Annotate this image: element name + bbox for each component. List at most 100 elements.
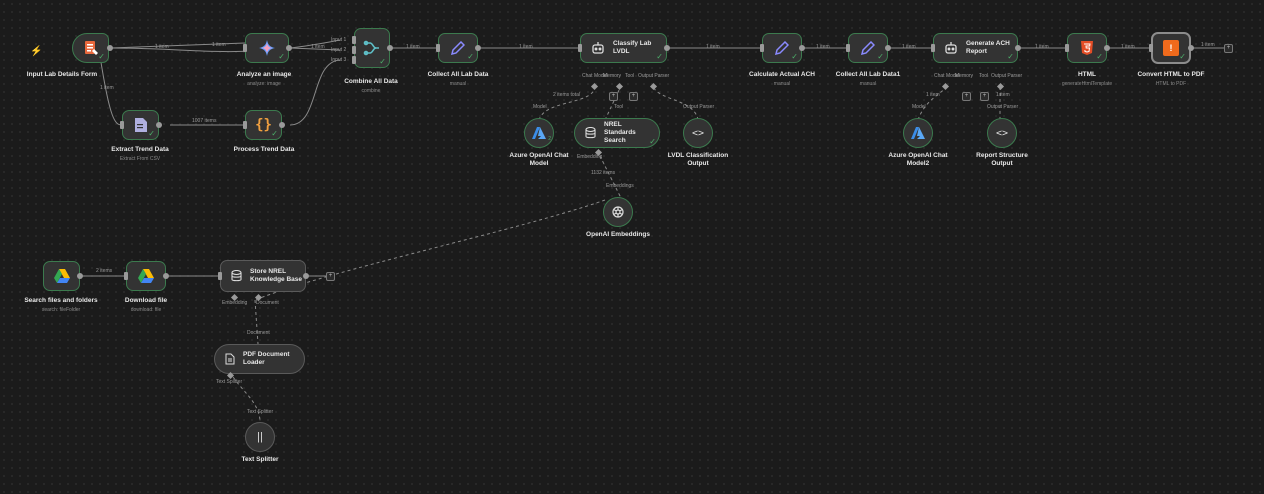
output-port[interactable] [475, 45, 481, 51]
node-subtitle: combine [361, 88, 381, 94]
convert-html-to-pdf-node[interactable]: ! ✓ [1151, 32, 1191, 64]
success-check-icon: ✓ [649, 137, 656, 146]
generate-ach-report-node[interactable]: Generate ACH Report ✓ [933, 33, 1018, 63]
node-title: Calculate Actual ACH [749, 71, 815, 78]
output-port[interactable] [799, 45, 805, 51]
add-memory-button[interactable]: + [962, 92, 971, 101]
output-port[interactable] [1104, 45, 1110, 51]
input-port[interactable] [931, 44, 935, 52]
edge-item-count: 1 item [996, 92, 1010, 98]
analyze-image-node[interactable]: ✓ [245, 33, 289, 63]
input-port[interactable] [218, 272, 222, 280]
output-port[interactable] [885, 45, 891, 51]
edge-item-count: 1 item [212, 42, 226, 48]
process-trend-data-node[interactable]: {} ✓ [245, 110, 282, 140]
node-title: Collect All Lab Data [427, 71, 489, 78]
download-file-node[interactable] [126, 261, 166, 291]
collect-all-lab-data-node[interactable]: ✓ [438, 33, 478, 63]
sub-port-label: Embeddings [606, 183, 634, 189]
success-check-icon: ✓ [278, 52, 285, 61]
input-port[interactable] [243, 121, 247, 129]
calculate-actual-ach-node[interactable]: ✓ [762, 33, 802, 63]
input-port[interactable] [1149, 44, 1153, 52]
input-port[interactable] [120, 121, 124, 129]
node-title: Search files and folders [24, 297, 98, 304]
search-files-and-folders-node[interactable] [43, 261, 80, 291]
output-port[interactable] [156, 122, 162, 128]
pdf-document-loader-node[interactable]: PDF Document Loader [214, 344, 305, 374]
combine-all-data-node[interactable]: ✓ [354, 28, 390, 68]
output-port[interactable] [163, 273, 169, 279]
port-label: Tool [625, 73, 635, 79]
add-tool-button[interactable]: + [980, 92, 989, 101]
input-lab-details-form-node[interactable]: ✓ [72, 33, 109, 63]
node-subtitle: download: file [130, 307, 162, 313]
gemini-sparkle-icon [259, 40, 275, 56]
input-port[interactable] [352, 56, 356, 64]
classify-lab-lvdl-node[interactable]: Classify Lab LVDL ✓ [580, 33, 667, 63]
input-port[interactable] [1065, 44, 1069, 52]
input-port[interactable] [846, 44, 850, 52]
input-port[interactable] [578, 44, 582, 52]
success-check-icon: ✓ [656, 52, 663, 61]
node-subtitle: manual [773, 81, 791, 87]
sub-port-label: Document [247, 330, 270, 336]
run-count-badge: 2 [548, 136, 551, 142]
lvdl-classification-output-node[interactable]: <> [683, 118, 713, 148]
html-node[interactable]: ✓ [1067, 33, 1107, 63]
edge-item-count: 1 item [1121, 44, 1135, 50]
sub-port-label: Output Parser [683, 104, 715, 110]
node-subtitle: analyze: image [247, 81, 281, 87]
add-tool-button[interactable]: + [629, 92, 638, 101]
edge-item-count: 1 item [311, 44, 325, 50]
input-port[interactable] [243, 44, 247, 52]
nrel-standards-search-node[interactable]: NREL Standards Search ✓ [574, 118, 660, 148]
node-title: Report Structure Output [976, 152, 1028, 167]
input-label: Input 2 [331, 47, 347, 53]
edge-item-count: 1 item [706, 44, 720, 50]
azure-openai-chat-model2-node[interactable] [903, 118, 933, 148]
input-port[interactable] [760, 44, 764, 52]
node-title: Combine All Data [344, 78, 398, 85]
success-check-icon: ✓ [467, 52, 474, 61]
node-title: Collect All Lab Data1 [835, 71, 901, 78]
node-title: Text Splitter [241, 456, 279, 463]
workflow-canvas[interactable]: ✓ ⚡ Input Lab Details Form ✓ Analyze an … [0, 0, 1264, 494]
input-port[interactable] [352, 36, 356, 44]
edge-item-count: 1 item [816, 44, 830, 50]
output-port[interactable] [387, 45, 393, 51]
output-port[interactable] [1015, 45, 1021, 51]
output-port[interactable] [107, 45, 113, 51]
input-port[interactable] [352, 46, 356, 54]
azure-openai-chat-model-node[interactable]: 2 [524, 118, 554, 148]
document-icon [225, 353, 235, 365]
sub-port-label: Model [533, 104, 547, 110]
input-port[interactable] [436, 44, 440, 52]
store-nrel-knowledge-base-node[interactable]: Store NREL Knowledge Base [220, 260, 306, 292]
success-check-icon: ✓ [271, 129, 278, 138]
openai-embeddings-node[interactable] [603, 197, 633, 227]
output-port[interactable] [77, 273, 83, 279]
output-port[interactable] [1188, 45, 1194, 51]
output-port[interactable] [279, 122, 285, 128]
add-memory-button[interactable]: + [609, 92, 618, 101]
code-braces-icon: {} [255, 117, 272, 133]
extract-trend-data-node[interactable]: ✓ [122, 110, 159, 140]
node-title: Azure OpenAI Chat Model [509, 152, 569, 167]
node-title: Classify Lab LVDL [613, 40, 652, 55]
output-port[interactable] [664, 45, 670, 51]
edge-item-count: 1 item [100, 85, 114, 91]
input-port[interactable] [124, 272, 128, 280]
edge-item-count: 1 item [902, 44, 916, 50]
text-splitter-node[interactable]: || [245, 422, 275, 452]
node-title: PDF Document Loader [243, 351, 290, 366]
success-check-icon: ✓ [148, 129, 155, 138]
add-node-button[interactable]: + [1224, 44, 1233, 53]
add-node-button[interactable]: + [326, 272, 335, 281]
report-structure-output-node[interactable]: <> [987, 118, 1017, 148]
edge-item-count: 2 items total [553, 92, 580, 98]
output-port[interactable] [303, 273, 309, 279]
collect-all-lab-data1-node[interactable]: ✓ [848, 33, 888, 63]
output-port[interactable] [286, 45, 292, 51]
port-label: Tool [979, 73, 989, 79]
